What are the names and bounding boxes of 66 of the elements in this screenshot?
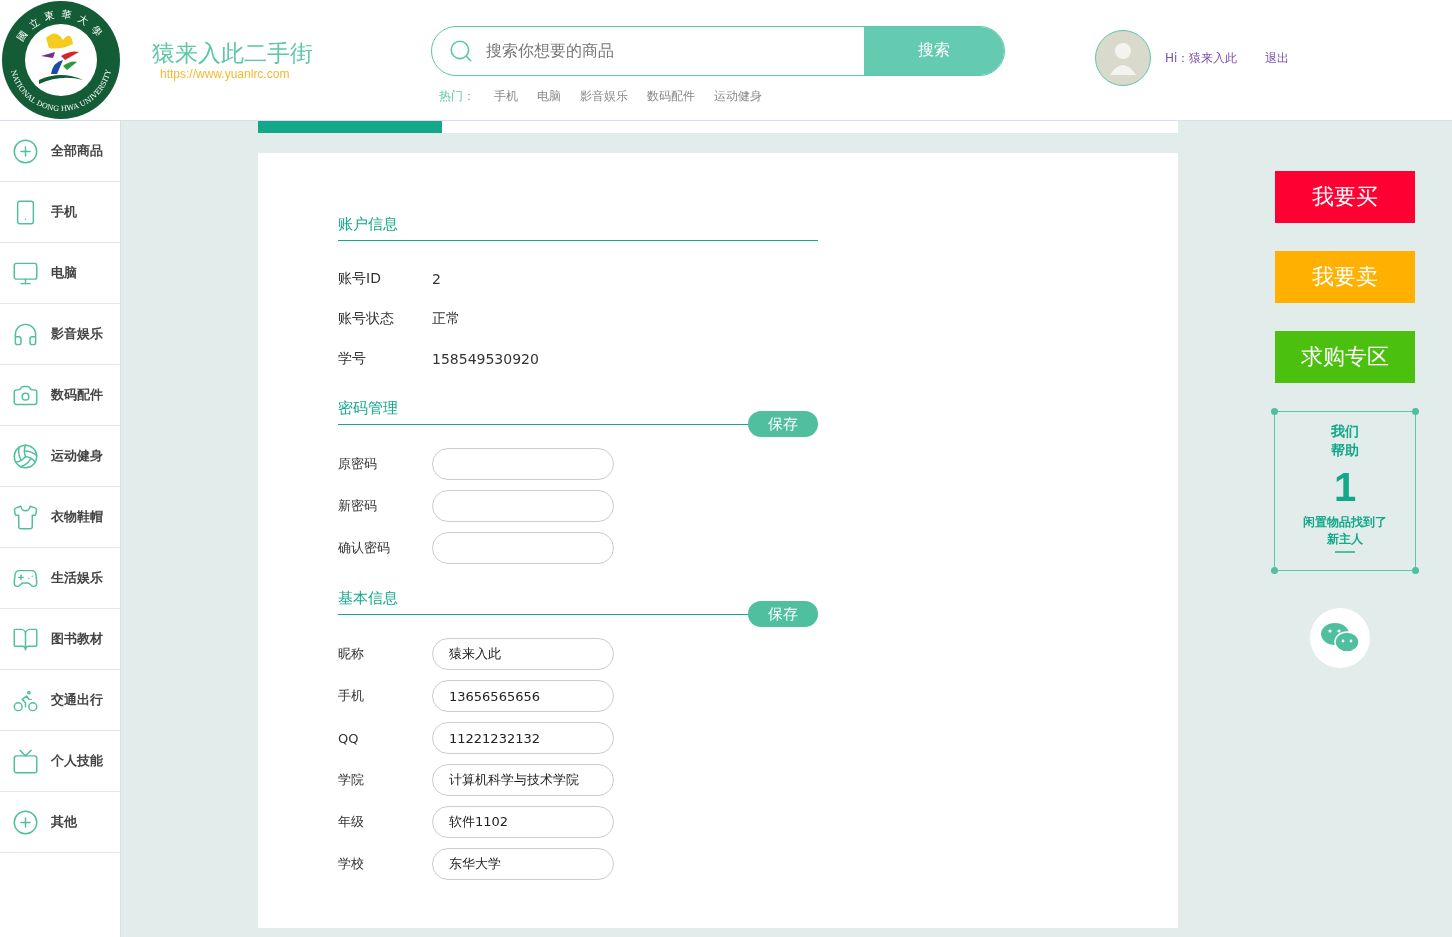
hot-link[interactable]: 电脑 bbox=[537, 87, 561, 105]
hot-link[interactable]: 运动健身 bbox=[714, 87, 762, 105]
sidebar-item[interactable]: 电脑 bbox=[0, 243, 120, 304]
sidebar-item[interactable]: 其他 bbox=[0, 792, 120, 853]
corner-dot bbox=[1412, 408, 1419, 415]
avatar[interactable] bbox=[1095, 30, 1151, 86]
ball-icon bbox=[12, 442, 39, 470]
section-title: 账户信息 bbox=[338, 215, 398, 235]
field-label: QQ bbox=[338, 730, 360, 746]
action-button[interactable]: 我要买 bbox=[1275, 171, 1415, 223]
field-value: 正常 bbox=[432, 310, 460, 328]
hot-link[interactable]: 影音娱乐 bbox=[580, 87, 628, 105]
hot-link[interactable]: 手机 bbox=[494, 87, 518, 105]
input-field[interactable] bbox=[432, 490, 614, 522]
chat-bubbles-icon bbox=[1320, 621, 1360, 655]
field-label: 新密码 bbox=[338, 497, 378, 515]
plus-circle-icon bbox=[12, 808, 39, 836]
field-label: 原密码 bbox=[338, 455, 378, 473]
sidebar-item[interactable]: 影音娱乐 bbox=[0, 304, 120, 365]
section-title: 基本信息 bbox=[338, 589, 398, 609]
input-field[interactable] bbox=[432, 532, 614, 564]
field-label: 账号状态 bbox=[338, 310, 395, 328]
corner-dot bbox=[1271, 567, 1278, 574]
sidebar-item[interactable]: 手机 bbox=[0, 182, 120, 243]
input-field[interactable] bbox=[432, 448, 614, 480]
field-value: 2 bbox=[432, 271, 441, 287]
field-label: 确认密码 bbox=[338, 539, 391, 557]
hot-link[interactable]: 数码配件 bbox=[647, 87, 695, 105]
hot-label: 热门： bbox=[439, 87, 475, 105]
field-label: 学号 bbox=[338, 350, 367, 368]
user-greeting: Hi：猿来入此 bbox=[1165, 49, 1238, 67]
sidebar-item[interactable]: 个人技能 bbox=[0, 731, 120, 792]
input-field[interactable]: 计算机科学与技术学院 bbox=[432, 764, 614, 796]
help-caption: 闲置物品找到了 新主人 bbox=[1303, 514, 1387, 548]
input-field[interactable]: 软件1102 bbox=[432, 806, 614, 838]
underline-mark bbox=[1335, 551, 1355, 553]
shirt-icon bbox=[12, 503, 39, 531]
help-title: 我们 帮助 bbox=[1331, 422, 1359, 460]
field-label: 手机 bbox=[338, 687, 365, 705]
input-field[interactable]: 13656565656 bbox=[432, 680, 614, 712]
section-title: 密码管理 bbox=[338, 399, 398, 419]
field-label: 学校 bbox=[338, 855, 365, 873]
sidebar-item[interactable]: 数码配件 bbox=[0, 365, 120, 426]
tv-icon bbox=[12, 747, 39, 775]
sidebar-item[interactable]: 生活娱乐 bbox=[0, 548, 120, 609]
field-label: 账号ID bbox=[338, 270, 382, 288]
corner-dot bbox=[1412, 567, 1419, 574]
sidebar-item[interactable]: 图书教材 bbox=[0, 609, 120, 670]
input-field[interactable]: 猿来入此 bbox=[432, 638, 614, 670]
sidebar-item[interactable]: 交通出行 bbox=[0, 670, 120, 731]
help-count: 1 bbox=[1333, 464, 1357, 511]
logout-link[interactable]: 退出 bbox=[1265, 49, 1290, 67]
sidebar-item[interactable]: 运动健身 bbox=[0, 426, 120, 487]
corner-dot bbox=[1271, 408, 1278, 415]
input-field[interactable]: 东华大学 bbox=[432, 848, 614, 880]
user-silhouette-icon bbox=[1108, 41, 1138, 75]
site-name: 猿来入此二手街 bbox=[152, 39, 314, 67]
input-field[interactable]: 11221232132 bbox=[432, 722, 614, 754]
sidebar-item[interactable]: 衣物鞋帽 bbox=[0, 487, 120, 548]
site-url: https://www.yuanlrc.com bbox=[160, 67, 291, 81]
field-label: 昵称 bbox=[338, 645, 365, 663]
plus-circle-icon bbox=[12, 137, 39, 165]
field-label: 学院 bbox=[338, 771, 365, 789]
sidebar-item[interactable]: 全部商品 bbox=[0, 121, 120, 182]
field-label: 年级 bbox=[338, 813, 365, 831]
field-value: 158549530920 bbox=[432, 351, 539, 367]
